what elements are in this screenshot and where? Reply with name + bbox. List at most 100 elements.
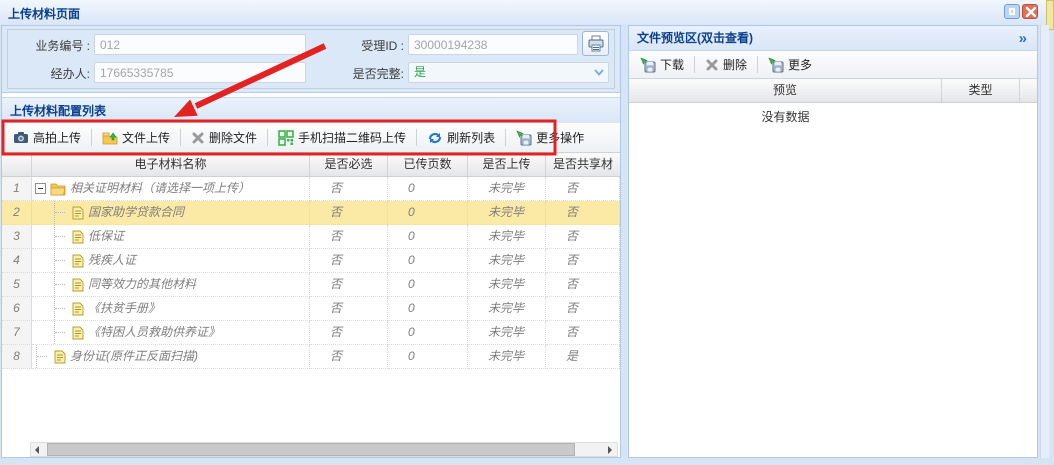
complete-select[interactable]: 是	[408, 62, 609, 83]
qr-code-icon	[278, 129, 294, 146]
grid-header: 电子材料名称 是否必选 已传页数 是否上传 是否共享材	[2, 153, 620, 177]
button-label: 更多操作	[536, 131, 585, 145]
table-row[interactable]: 8 身份证(原件正反面扫描) 否 0 未完毕 是	[2, 345, 620, 369]
high-camera-upload-button[interactable]: 高拍上传	[6, 126, 88, 149]
tree-collapse-icon[interactable]	[35, 183, 46, 194]
column-required[interactable]: 是否必选	[310, 153, 388, 176]
toolbar-separator	[91, 129, 93, 146]
material-name: 残疾人证	[88, 253, 137, 267]
document-icon	[72, 206, 84, 219]
table-row[interactable]: 3 低保证 否 0 未完毕 否	[2, 225, 620, 249]
table-row-selected[interactable]: 2 国家助学贷款合同 否 0 未完毕 否	[2, 201, 620, 225]
chevron-down-icon	[594, 69, 604, 76]
button-label: 更多	[788, 58, 813, 72]
table-row[interactable]: 7 《特困人员救助供养证》 否 0 未完毕 否	[2, 321, 620, 345]
operator-label: 经办人:	[50, 67, 90, 81]
column-pages[interactable]: 已传页数	[388, 153, 468, 176]
section-header: 上传材料配置列表	[2, 97, 620, 123]
button-label: 删除	[723, 58, 748, 72]
pages-value: 0	[388, 225, 468, 249]
collapse-panel-icon[interactable]: »	[1019, 27, 1027, 51]
shared-value: 否	[546, 249, 620, 273]
right-scroll-strip[interactable]	[1040, 25, 1049, 458]
required-value: 否	[310, 201, 388, 225]
toolbar-separator	[757, 56, 759, 73]
pages-value: 0	[388, 249, 468, 273]
printer-icon	[588, 35, 604, 52]
file-upload-button[interactable]: 文件上传	[95, 126, 177, 149]
uploaded-value: 未完毕	[468, 177, 546, 201]
refresh-icon	[428, 132, 442, 143]
column-material-name[interactable]: 电子材料名称	[32, 153, 310, 176]
print-button[interactable]	[582, 31, 609, 56]
document-icon	[72, 230, 84, 243]
document-icon	[72, 326, 84, 339]
table-row[interactable]: 1 相关证明材料（请选择一项上传） 否 0 未完毕 否	[2, 177, 620, 201]
download-icon	[640, 56, 656, 72]
uploaded-value: 未完毕	[468, 273, 546, 297]
column-rownum[interactable]	[2, 153, 32, 176]
table-row[interactable]: 6 《扶贫手册》 否 0 未完毕 否	[2, 297, 620, 321]
row-number: 6	[2, 297, 32, 321]
row-number: 5	[2, 273, 32, 297]
uploaded-value: 未完毕	[468, 249, 546, 273]
preview-grid-header: 预览 类型	[629, 79, 1037, 103]
button-label: 刷新列表	[447, 131, 496, 145]
required-value: 否	[310, 177, 388, 201]
scrollbar-thumb[interactable]	[47, 443, 575, 456]
material-name: 同等效力的其他材料	[88, 277, 197, 291]
uploaded-value: 未完毕	[468, 201, 546, 225]
shared-value: 否	[546, 225, 620, 249]
column-preview[interactable]: 预览	[629, 79, 942, 102]
column-uploaded[interactable]: 是否上传	[468, 153, 546, 176]
row-number: 3	[2, 225, 32, 249]
empty-data-message: 没有数据	[761, 110, 810, 124]
window-close-button[interactable]	[1022, 4, 1038, 19]
scroll-left-arrow[interactable]	[31, 443, 46, 456]
refresh-list-button[interactable]: 刷新列表	[420, 126, 502, 149]
scroll-right-arrow[interactable]	[602, 443, 617, 456]
button-label: 手机扫描二维码上传	[298, 131, 407, 145]
operator-field[interactable]	[94, 62, 306, 83]
biz-no-label: 业务编号 :	[35, 39, 90, 53]
camera-icon	[14, 131, 28, 143]
biz-no-field[interactable]	[94, 34, 306, 55]
column-shared[interactable]: 是否共享材	[546, 153, 620, 176]
required-value: 否	[310, 345, 388, 369]
preview-toolbar: 下载 删除 更多	[629, 51, 1037, 79]
more-button[interactable]: 更多	[761, 53, 819, 76]
file-preview-panel: 文件预览区(双击查看) » 下载 删除 更多 预览 类型 没有数据	[628, 25, 1038, 458]
window-titlebar: 上传材料页面	[0, 0, 1054, 25]
tree-elbow	[54, 321, 68, 344]
accept-id-field[interactable]	[408, 34, 578, 55]
window-restore-button[interactable]	[1004, 4, 1020, 19]
horizontal-scrollbar[interactable]	[30, 442, 618, 457]
row-number: 7	[2, 321, 32, 345]
uploaded-value: 未完毕	[468, 225, 546, 249]
pages-value: 0	[388, 321, 468, 345]
delete-file-button[interactable]: 删除文件	[184, 126, 264, 149]
column-type[interactable]: 类型	[942, 79, 1020, 102]
row-number: 8	[2, 345, 32, 369]
row-number: 1	[2, 177, 32, 201]
toolbar-separator	[505, 129, 507, 146]
button-label: 删除文件	[209, 131, 258, 145]
material-name: 《特困人员救助供养证》	[88, 325, 221, 339]
table-row[interactable]: 4 残疾人证 否 0 未完毕 否	[2, 249, 620, 273]
material-name: 《扶贫手册》	[88, 301, 161, 315]
form-area: 业务编号 : 受理ID : 经办人: 是否完整: 是	[2, 26, 620, 93]
table-row[interactable]: 5 同等效力的其他材料 否 0 未完毕 否	[2, 273, 620, 297]
tree-elbow	[36, 345, 50, 368]
delete-button[interactable]: 删除	[698, 53, 754, 76]
more-icon	[768, 56, 784, 72]
required-value: 否	[310, 225, 388, 249]
download-button[interactable]: 下载	[633, 53, 691, 76]
required-value: 否	[310, 297, 388, 321]
button-label: 文件上传	[122, 131, 171, 145]
button-label: 下载	[660, 58, 685, 72]
more-actions-button[interactable]: 更多操作	[509, 126, 591, 149]
document-icon	[72, 254, 84, 267]
button-label: 高拍上传	[33, 131, 82, 145]
document-icon	[72, 302, 84, 315]
qr-scan-upload-button[interactable]: 手机扫描二维码上传	[271, 126, 413, 149]
